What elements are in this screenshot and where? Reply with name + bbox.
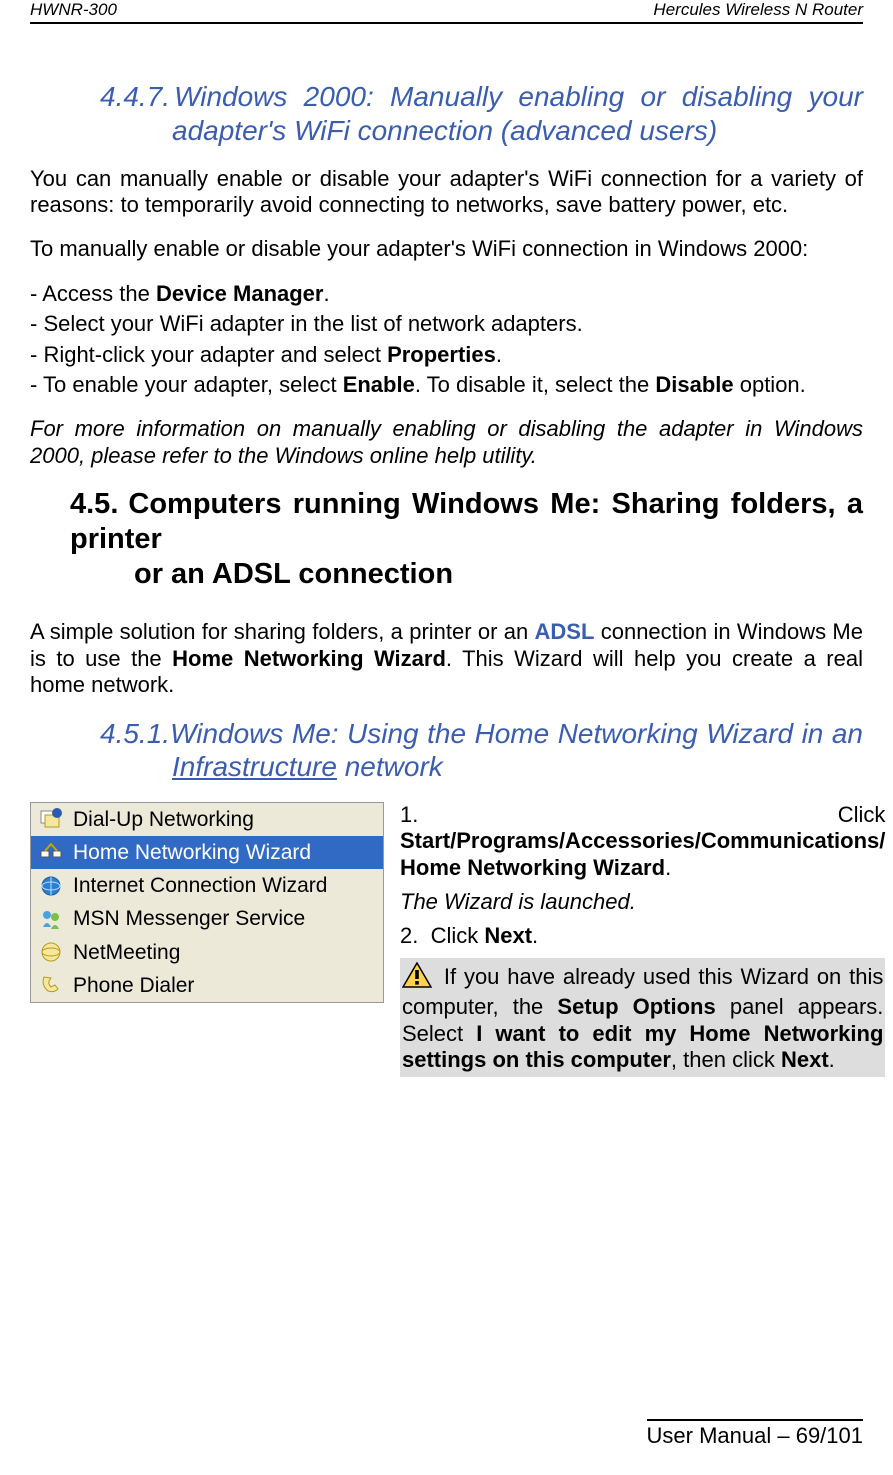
netmeeting-icon xyxy=(39,940,63,964)
dialup-icon xyxy=(39,807,63,831)
menu-item-label: Internet Connection Wizard xyxy=(73,873,327,898)
wizard-launched: The Wizard is launched. xyxy=(400,889,885,915)
internet-wizard-icon xyxy=(39,874,63,898)
page-footer: User Manual – 69/101 xyxy=(647,1419,863,1449)
menu-item-dialup: Dial-Up Networking xyxy=(31,803,383,836)
menu-item-label: Phone Dialer xyxy=(73,973,194,998)
model-number: HWNR-300 xyxy=(30,0,117,20)
warning-icon xyxy=(402,962,432,994)
home-networking-intro: A simple solution for sharing folders, a… xyxy=(30,619,863,698)
step-enable-disable: - To enable your adapter, select Enable.… xyxy=(30,372,863,398)
intro-paragraph: You can manually enable or disable your … xyxy=(30,166,863,219)
home-networking-icon xyxy=(39,841,63,865)
menu-item-phone-dialer: Phone Dialer xyxy=(31,969,383,1002)
heading-4-5-line2: or an ADSL connection xyxy=(70,557,863,592)
step-properties: - Right-click your adapter and select Pr… xyxy=(30,342,863,368)
menu-item-netmeeting: NetMeeting xyxy=(31,936,383,969)
step-1: 1. Click Start/Programs/Accessories/Comm… xyxy=(400,802,885,881)
menu-item-home-networking: Home Networking Wizard xyxy=(31,836,383,869)
more-info-note: For more information on manually enablin… xyxy=(30,416,863,469)
menu-item-label: Dial-Up Networking xyxy=(73,807,254,832)
step-select-adapter: - Select your WiFi adapter in the list o… xyxy=(30,311,863,337)
step-device-manager: - Access the Device Manager. xyxy=(30,281,863,307)
heading-4-4-7-line2: adapter's WiFi connection (advanced user… xyxy=(100,114,863,148)
menu-item-label: Home Networking Wizard xyxy=(73,840,311,865)
menu-item-msn: MSN Messenger Service xyxy=(31,902,383,935)
heading-4-5-1: 4.5.1.Windows Me: Using the Home Network… xyxy=(100,717,863,751)
heading-4-5-1-line2: Infrastructure network xyxy=(100,750,863,784)
step-2: 2. Click Next. xyxy=(400,923,885,949)
menu-item-icw: Internet Connection Wizard xyxy=(31,869,383,902)
communications-menu-screenshot: Dial-Up Networking Home Networking Wizar… xyxy=(30,802,384,1003)
menu-item-label: NetMeeting xyxy=(73,940,180,965)
instruction-lead: To manually enable or disable your adapt… xyxy=(30,236,863,262)
page-header: HWNR-300 Hercules Wireless N Router xyxy=(30,0,863,24)
msn-icon xyxy=(39,907,63,931)
heading-4-5: 4.5.Computers running Windows Me: Sharin… xyxy=(70,487,863,557)
warning-note: If you have already used this Wizard on … xyxy=(400,958,885,1078)
menu-item-label: MSN Messenger Service xyxy=(73,906,305,931)
phone-dialer-icon xyxy=(39,973,63,997)
heading-4-4-7: 4.4.7.Windows 2000: Manually enabling or… xyxy=(100,80,863,114)
product-name: Hercules Wireless N Router xyxy=(653,0,863,20)
